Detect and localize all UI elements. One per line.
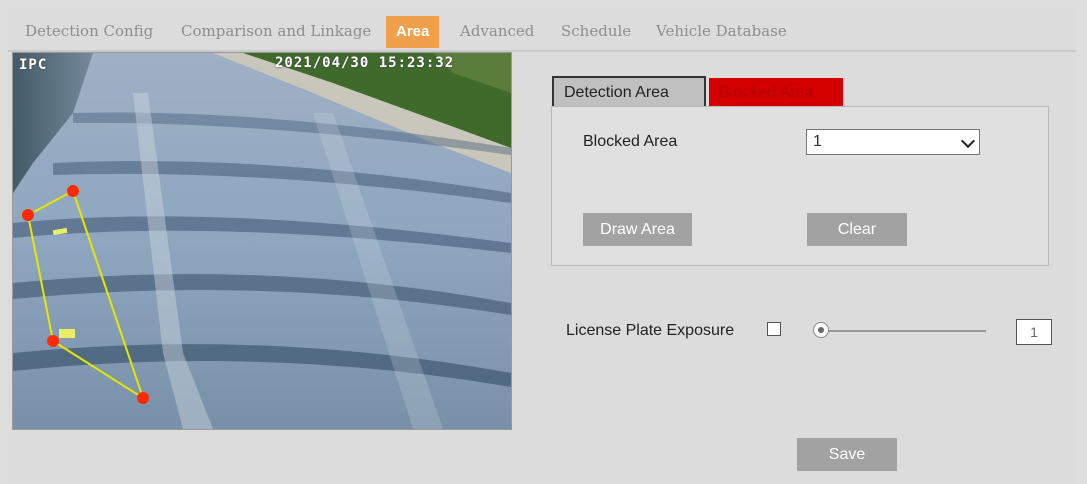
draw-area-button[interactable]: Draw Area <box>583 213 692 246</box>
tab-detection-area[interactable]: Detection Area <box>552 76 706 108</box>
blocked-area-label: Blocked Area <box>583 133 678 150</box>
polygon-vertex[interactable] <box>47 335 59 347</box>
tab-area[interactable]: Area <box>386 16 440 48</box>
tab-comparison-linkage[interactable]: Comparison and Linkage <box>181 22 371 40</box>
polygon-vertex[interactable] <box>22 209 34 221</box>
exposure-slider-handle[interactable] <box>813 322 829 338</box>
video-preview[interactable]: IPC 2021/04/30 15:23:32 <box>12 52 512 430</box>
chevron-down-icon <box>960 133 976 149</box>
blocked-area-value: 1 <box>813 133 822 150</box>
tab-blocked-area[interactable]: Blocked Area <box>709 78 843 108</box>
blocked-area-select[interactable]: 1 <box>806 129 980 155</box>
polygon-vertex[interactable] <box>137 392 149 404</box>
video-timestamp: 2021/04/30 15:23:32 <box>275 55 455 71</box>
license-plate-exposure-label: License Plate Exposure <box>566 322 735 339</box>
exposure-slider-track[interactable] <box>822 330 986 332</box>
tab-schedule[interactable]: Schedule <box>561 22 631 40</box>
save-button[interactable]: Save <box>797 438 897 471</box>
clear-button[interactable]: Clear <box>807 213 907 246</box>
camera-label: IPC <box>19 57 48 73</box>
top-nav: Detection Config Comparison and Linkage … <box>8 10 1076 52</box>
license-plate-exposure-checkbox[interactable] <box>767 322 781 336</box>
exposure-value-input[interactable]: 1 <box>1016 319 1052 345</box>
road-scene <box>13 53 511 429</box>
polygon-vertex[interactable] <box>67 185 79 197</box>
tab-vehicle-database[interactable]: Vehicle Database <box>656 22 787 40</box>
tab-detection-config[interactable]: Detection Config <box>25 22 153 40</box>
tab-advanced[interactable]: Advanced <box>460 22 534 40</box>
